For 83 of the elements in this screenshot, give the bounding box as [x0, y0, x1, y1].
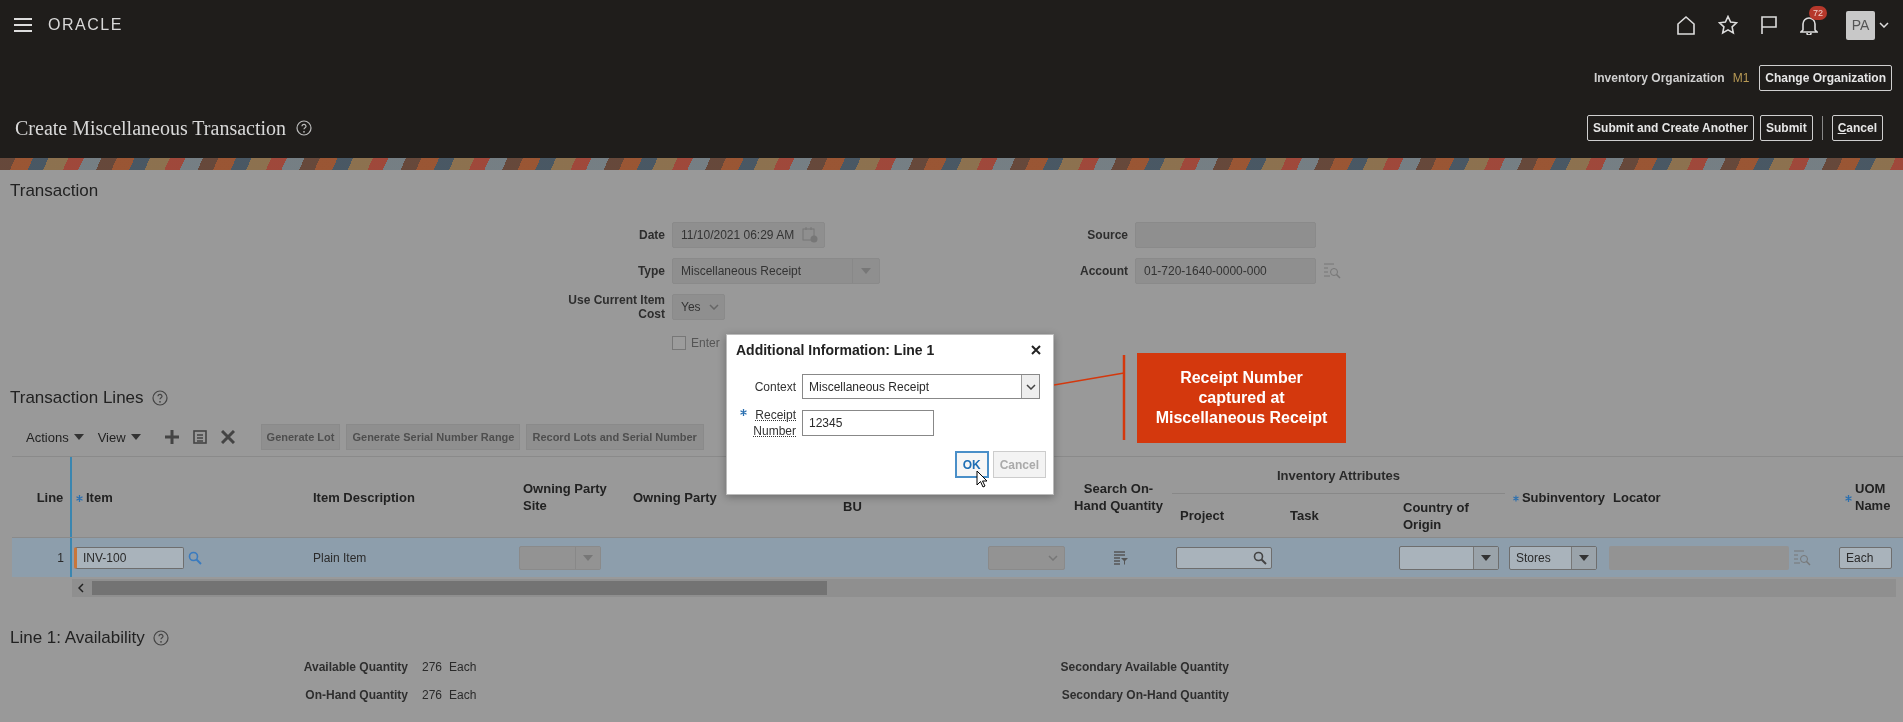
section-heading: Line 1: Availability	[10, 628, 145, 648]
date-field[interactable]: 11/10/2021 06:29 AM	[672, 222, 825, 248]
home-icon[interactable]	[1676, 15, 1696, 35]
user-avatar[interactable]: PA	[1846, 10, 1875, 40]
column-header[interactable]: BU	[843, 498, 862, 515]
field-value: 276	[422, 688, 443, 702]
dropdown-triangle-icon[interactable]	[130, 434, 141, 440]
menu-button[interactable]: View	[95, 429, 143, 445]
organization-value: M1	[1732, 71, 1750, 85]
dialog-title: Additional Information: Line 1	[736, 342, 935, 358]
type-select[interactable]: Miscellaneous Receipt	[672, 258, 880, 284]
column-header[interactable]: Line	[36, 488, 64, 506]
cost-select[interactable]: Yes	[672, 294, 725, 320]
search-field[interactable]	[1176, 546, 1272, 569]
unit-label: Each	[449, 660, 478, 674]
search-icon[interactable]	[1253, 550, 1267, 565]
field-label: Secondary On-Hand Quantity	[1060, 688, 1230, 702]
page-title: Create Miscellaneous Transaction	[15, 116, 287, 140]
notification-badge: 72	[1809, 6, 1827, 20]
mouse-pointer-icon	[976, 470, 988, 488]
add-icon[interactable]	[164, 430, 179, 444]
input-field[interactable]: Each	[1839, 546, 1892, 569]
field-label: Type	[636, 264, 665, 278]
close-icon[interactable]	[1031, 345, 1041, 355]
chevron-down-icon[interactable]	[1025, 383, 1036, 390]
column-header[interactable]: Subinventory	[1521, 488, 1605, 506]
input-field[interactable]: INV-100	[74, 546, 184, 569]
select-field[interactable]: Stores	[1509, 545, 1597, 570]
table-cell: Plain Item	[313, 550, 367, 565]
input-field[interactable]: 12345	[802, 410, 934, 436]
field-label: Receipt Number	[752, 407, 796, 439]
column-header[interactable]: Owning Party Site	[523, 480, 613, 514]
delete-icon[interactable]	[220, 430, 235, 444]
field-label: Source	[1086, 228, 1128, 242]
scrollbar-thumb[interactable]	[92, 581, 827, 595]
scroll-left-icon[interactable]	[78, 583, 84, 593]
action-button[interactable]: Submit and Create Another	[1587, 115, 1754, 141]
dropdown-triangle-icon[interactable]	[73, 434, 84, 440]
context-select[interactable]: Miscellaneous Receipt	[802, 374, 1040, 399]
column-header[interactable]: UOM Name	[1855, 480, 1891, 514]
select-field[interactable]	[1399, 545, 1499, 570]
annotation-callout: Receipt Number captured at Miscellaneous Receipt	[1137, 353, 1346, 443]
checkbox-label: Enter	[691, 336, 720, 350]
help-icon[interactable]	[296, 120, 313, 136]
dropdown-triangle-icon[interactable]	[1579, 554, 1589, 561]
field-label: Account	[1079, 264, 1128, 278]
cancel-button[interactable]: Cancel	[1831, 115, 1883, 141]
field-label: Secondary Available Quantity	[1059, 660, 1230, 674]
column-header[interactable]: Item	[86, 488, 113, 506]
column-header[interactable]: Country of Origin	[1403, 498, 1483, 533]
organization-label: Inventory Organization	[1593, 71, 1725, 85]
column-header[interactable]: Item Description	[313, 488, 415, 506]
field-label: Available Quantity	[302, 660, 408, 674]
column-header[interactable]: Search On-Hand Quantity	[1072, 480, 1165, 514]
star-icon[interactable]	[1718, 15, 1738, 35]
field-label: On-Hand Quantity	[304, 688, 408, 702]
column-header[interactable]: Project	[1180, 507, 1225, 524]
action-button[interactable]: Submit	[1759, 115, 1813, 141]
column-header[interactable]: Owning Party	[633, 488, 717, 506]
flag-icon[interactable]	[1760, 15, 1778, 35]
ok-button[interactable]: OK	[954, 451, 989, 478]
column-header[interactable]: Locator	[1613, 488, 1661, 506]
bell-icon[interactable]	[1800, 15, 1818, 35]
field-value: 276	[422, 660, 443, 674]
brand-logo[interactable]: ORACLE	[48, 16, 123, 34]
field-label: Context	[754, 379, 796, 394]
menu-button[interactable]: Actions	[24, 429, 86, 445]
menu-icon[interactable]	[14, 18, 32, 32]
filter-list-icon[interactable]	[1112, 550, 1129, 565]
field-label: Date	[638, 228, 665, 242]
document-icon[interactable]	[192, 430, 207, 444]
table-cell: 1	[57, 550, 64, 565]
unit-label: Each	[449, 688, 478, 702]
field-label: Use Current Item Cost	[567, 293, 665, 321]
section-heading: Transaction Lines	[10, 388, 144, 408]
dropdown-triangle-icon[interactable]	[1481, 554, 1491, 561]
section-heading: Transaction	[9, 180, 100, 202]
column-group-header: Inventory Attributes	[1172, 457, 1505, 494]
account-field[interactable]: 01-720-1640-0000-000	[1135, 258, 1316, 284]
change-organization-button[interactable]: Change Organization	[1759, 65, 1892, 91]
column-header[interactable]: Task	[1290, 507, 1319, 524]
checkbox[interactable]	[672, 336, 686, 350]
table-row[interactable]: 1 INV-100 Plain Item Stores Each	[12, 538, 1903, 577]
